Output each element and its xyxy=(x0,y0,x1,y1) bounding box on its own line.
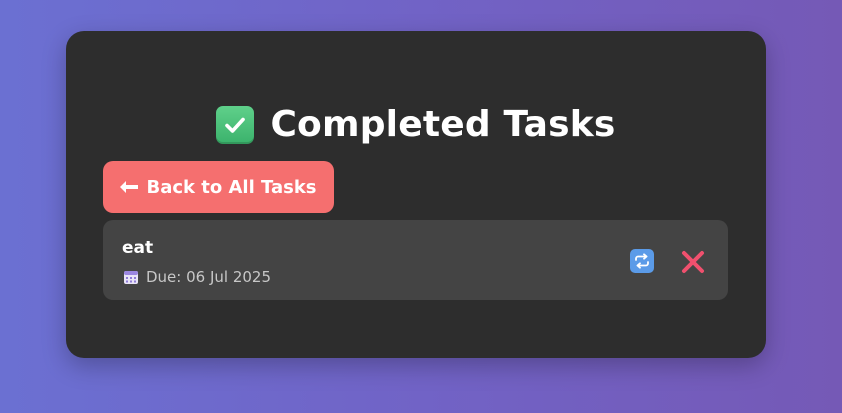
task-due-label: Due: 06 Jul 2025 xyxy=(146,268,272,286)
left-arrow-icon xyxy=(120,181,139,193)
cross-mark-icon xyxy=(681,250,705,274)
delete-task-button[interactable] xyxy=(680,249,706,275)
check-mark-button-icon xyxy=(216,106,255,144)
back-to-all-tasks-button[interactable]: Back to All Tasks xyxy=(103,161,334,213)
restore-task-button[interactable] xyxy=(630,249,654,273)
completed-tasks-card: Completed Tasks Back to All Tasks eat Du… xyxy=(66,31,766,358)
task-item: eat Due: 06 Jul 2025 xyxy=(103,220,728,300)
task-due-date: Due: 06 Jul 2025 xyxy=(123,268,271,286)
page-title: Completed Tasks xyxy=(270,104,616,145)
repeat-icon xyxy=(633,252,651,270)
task-name: eat xyxy=(122,238,154,258)
back-button-label: Back to All Tasks xyxy=(146,176,317,198)
calendar-icon xyxy=(123,269,139,285)
page-header: Completed Tasks xyxy=(66,103,766,147)
